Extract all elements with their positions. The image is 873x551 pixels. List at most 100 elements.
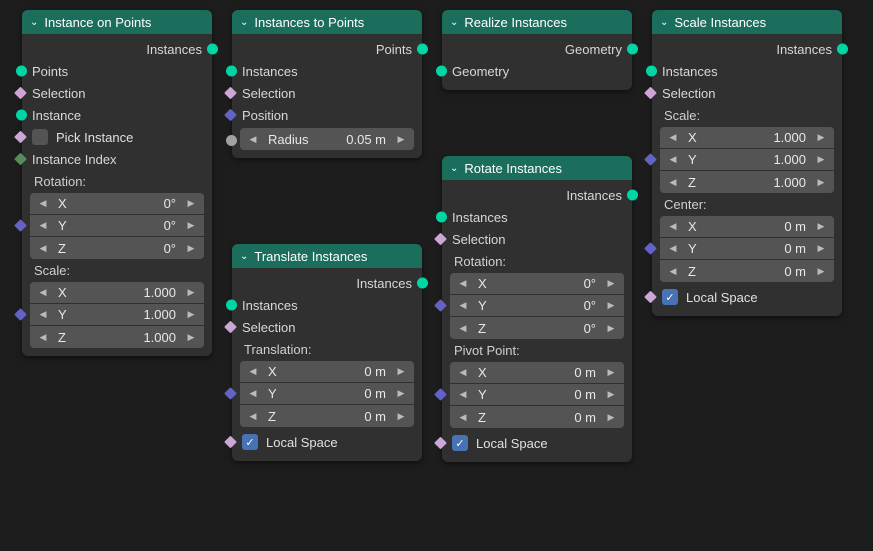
arrow-left-icon[interactable]: ◀ <box>454 362 472 383</box>
arrow-left-icon[interactable]: ◀ <box>664 149 682 170</box>
node-realize-instances[interactable]: ⌄ Realize Instances Geometry Geometry <box>442 10 632 90</box>
field-translation-x[interactable]: ◀X0 m▶ <box>240 361 414 383</box>
arrow-right-icon[interactable]: ▶ <box>182 193 200 214</box>
socket-in-vec[interactable] <box>224 387 237 400</box>
node-instance-on-points[interactable]: ⌄ Instance on Points Instances Points Se… <box>22 10 212 356</box>
arrow-right-icon[interactable]: ▶ <box>602 384 620 405</box>
field-rotation-x[interactable]: ◀X0°▶ <box>30 193 204 215</box>
arrow-right-icon[interactable]: ▶ <box>182 326 200 348</box>
socket-in-float[interactable] <box>226 135 237 146</box>
node-instances-to-points[interactable]: ⌄ Instances to Points Points Instances S… <box>232 10 422 158</box>
field-center-z[interactable]: ◀Z0 m▶ <box>660 260 834 282</box>
node-rotate-instances[interactable]: ⌄ Rotate Instances Instances Instances S… <box>442 156 632 462</box>
arrow-left-icon[interactable]: ◀ <box>34 237 52 259</box>
socket-in-geom[interactable] <box>16 66 27 77</box>
arrow-left-icon[interactable]: ◀ <box>34 215 52 236</box>
socket-in-bool[interactable] <box>224 436 237 449</box>
socket-in-vec[interactable] <box>434 388 447 401</box>
socket-in-vec[interactable] <box>644 242 657 255</box>
arrow-right-icon[interactable]: ▶ <box>602 406 620 428</box>
socket-in-bool[interactable] <box>644 87 657 100</box>
socket-in-bool[interactable] <box>14 131 27 144</box>
socket-in-geom[interactable] <box>226 300 237 311</box>
arrow-left-icon[interactable]: ◀ <box>454 317 472 339</box>
input-local-space[interactable]: Local Space <box>442 432 632 454</box>
socket-in-geom[interactable] <box>646 66 657 77</box>
socket-in-bool[interactable] <box>224 87 237 100</box>
arrow-right-icon[interactable]: ▶ <box>602 317 620 339</box>
arrow-right-icon[interactable]: ▶ <box>812 149 830 170</box>
node-header[interactable]: ⌄ Translate Instances <box>232 244 422 268</box>
arrow-right-icon[interactable]: ▶ <box>812 238 830 259</box>
arrow-right-icon[interactable]: ▶ <box>182 237 200 259</box>
socket-in-bool[interactable] <box>434 233 447 246</box>
node-scale-instances[interactable]: ⌄ Scale Instances Instances Instances Se… <box>652 10 842 316</box>
field-scale-x[interactable]: ◀X1.000▶ <box>30 282 204 304</box>
field-center-y[interactable]: ◀Y0 m▶ <box>660 238 834 260</box>
arrow-left-icon[interactable]: ◀ <box>664 171 682 193</box>
arrow-left-icon[interactable]: ◀ <box>34 326 52 348</box>
checkbox-local-space[interactable] <box>242 434 258 450</box>
input-local-space[interactable]: Local Space <box>232 431 422 453</box>
arrow-right-icon[interactable]: ▶ <box>812 127 830 148</box>
field-rotation-z[interactable]: ◀Z0°▶ <box>450 317 624 339</box>
arrow-left-icon[interactable]: ◀ <box>454 406 472 428</box>
field-scale-y[interactable]: ◀Y1.000▶ <box>30 304 204 326</box>
arrow-right-icon[interactable]: ▶ <box>812 216 830 237</box>
socket-out-geom[interactable] <box>207 44 218 55</box>
socket-in-bool[interactable] <box>644 291 657 304</box>
arrow-right-icon[interactable]: ▶ <box>602 362 620 383</box>
field-rotation-y[interactable]: ◀Y0°▶ <box>450 295 624 317</box>
socket-out-geom[interactable] <box>417 278 428 289</box>
field-pivot-x[interactable]: ◀X0 m▶ <box>450 362 624 384</box>
node-header[interactable]: ⌄ Instance on Points <box>22 10 212 34</box>
socket-in-geom[interactable] <box>226 66 237 77</box>
checkbox-local-space[interactable] <box>662 289 678 305</box>
arrow-right-icon[interactable]: ▶ <box>182 304 200 325</box>
arrow-right-icon[interactable]: ▶ <box>392 361 410 382</box>
socket-out-geom[interactable] <box>417 44 428 55</box>
socket-out-geom[interactable] <box>627 190 638 201</box>
field-pivot-y[interactable]: ◀Y0 m▶ <box>450 384 624 406</box>
field-rotation-x[interactable]: ◀X0°▶ <box>450 273 624 295</box>
node-header[interactable]: ⌄ Instances to Points <box>232 10 422 34</box>
arrow-left-icon[interactable]: ◀ <box>454 295 472 316</box>
arrow-left-icon[interactable]: ◀ <box>664 260 682 282</box>
arrow-right-icon[interactable]: ▶ <box>602 273 620 294</box>
arrow-right-icon[interactable]: ▶ <box>392 383 410 404</box>
node-translate-instances[interactable]: ⌄ Translate Instances Instances Instance… <box>232 244 422 461</box>
socket-out-geom[interactable] <box>627 44 638 55</box>
arrow-left-icon[interactable]: ◀ <box>34 193 52 214</box>
field-translation-z[interactable]: ◀Z0 m▶ <box>240 405 414 427</box>
field-scale-y[interactable]: ◀Y1.000▶ <box>660 149 834 171</box>
arrow-left-icon[interactable]: ◀ <box>454 273 472 294</box>
socket-in-vec[interactable] <box>14 308 27 321</box>
field-scale-x[interactable]: ◀X1.000▶ <box>660 127 834 149</box>
node-header[interactable]: ⌄ Scale Instances <box>652 10 842 34</box>
socket-in-vec[interactable] <box>644 153 657 166</box>
socket-in-vec[interactable] <box>224 109 237 122</box>
field-rotation-y[interactable]: ◀Y0°▶ <box>30 215 204 237</box>
input-local-space[interactable]: Local Space <box>652 286 842 308</box>
arrow-left-icon[interactable]: ◀ <box>34 282 52 303</box>
checkbox-local-space[interactable] <box>452 435 468 451</box>
arrow-left-icon[interactable]: ◀ <box>664 238 682 259</box>
socket-in-geom[interactable] <box>436 66 447 77</box>
field-pivot-z[interactable]: ◀Z0 m▶ <box>450 406 624 428</box>
arrow-right-icon[interactable]: ▶ <box>812 260 830 282</box>
arrow-right-icon[interactable]: ▶ <box>392 128 410 150</box>
checkbox-pick-instance[interactable] <box>32 129 48 145</box>
field-center-x[interactable]: ◀X0 m▶ <box>660 216 834 238</box>
socket-in-bool[interactable] <box>224 321 237 334</box>
arrow-left-icon[interactable]: ◀ <box>244 361 262 382</box>
socket-in-vec[interactable] <box>434 299 447 312</box>
arrow-left-icon[interactable]: ◀ <box>664 127 682 148</box>
field-rotation-z[interactable]: ◀Z0°▶ <box>30 237 204 259</box>
arrow-left-icon[interactable]: ◀ <box>34 304 52 325</box>
field-translation-y[interactable]: ◀Y0 m▶ <box>240 383 414 405</box>
arrow-left-icon[interactable]: ◀ <box>244 405 262 427</box>
arrow-right-icon[interactable]: ▶ <box>392 405 410 427</box>
input-pick-instance[interactable]: Pick Instance <box>22 126 212 148</box>
arrow-right-icon[interactable]: ▶ <box>812 171 830 193</box>
node-header[interactable]: ⌄ Rotate Instances <box>442 156 632 180</box>
